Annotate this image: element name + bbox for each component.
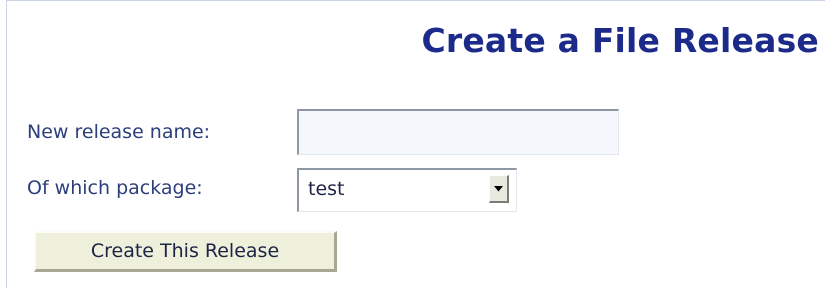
create-release-button[interactable]: Create This Release [34, 231, 337, 272]
package-label: Of which package: [27, 177, 203, 199]
page-title: Create a File Release [421, 21, 819, 60]
release-name-label: New release name: [27, 121, 211, 143]
dropdown-arrow-button[interactable] [489, 175, 509, 203]
package-select[interactable]: test [297, 168, 517, 212]
content-panel: Create a File Release New release name: … [6, 0, 825, 288]
package-selected-value: test [308, 178, 345, 200]
chevron-down-icon [494, 186, 503, 192]
release-name-input[interactable] [297, 109, 619, 155]
